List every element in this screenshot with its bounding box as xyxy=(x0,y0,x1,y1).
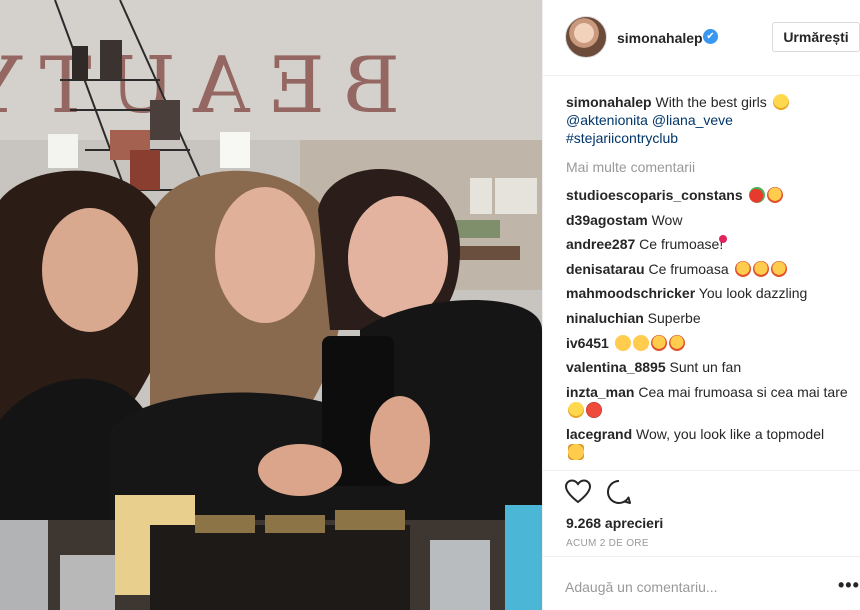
heart-eyes-emoji-icon xyxy=(752,260,769,277)
post-timestamp[interactable]: ACUM 2 DE ORE xyxy=(566,538,649,549)
comment-username[interactable]: d39agostam xyxy=(566,212,648,228)
comment-text: Wow xyxy=(647,211,683,228)
comment-username[interactable]: lacegrand xyxy=(566,426,632,442)
post-sidebar: simonahalep ✔ Urmărești simonahalep With… xyxy=(542,0,860,610)
heart-eyes-emoji-icon xyxy=(770,260,787,277)
comment-text: Cea mai frumoasa si cea mai tare xyxy=(634,383,848,400)
comment-username[interactable]: studioescoparis_constans xyxy=(566,187,743,203)
comment-username[interactable]: iv6451 xyxy=(566,335,609,351)
comment-username[interactable]: ninaluchian xyxy=(566,310,644,326)
comment-item: mahmoodschricker You look dazzling xyxy=(566,284,856,302)
following-button[interactable]: Urmărești xyxy=(772,22,860,52)
heart-eyes-emoji-icon xyxy=(734,260,751,277)
comment-username[interactable]: inzta_man xyxy=(566,384,634,400)
pepper-emoji-icon xyxy=(748,187,765,203)
likes-count[interactable]: 9.268 aprecieri xyxy=(566,515,663,531)
comment-item: ninaluchian Superbe xyxy=(566,309,856,327)
comment-text: Wow, you look like a topmodel xyxy=(632,426,825,443)
verified-badge-icon: ✔ xyxy=(703,29,718,44)
comment-text: Sunt un fan xyxy=(665,359,742,376)
ping-pong-emoji-icon xyxy=(586,401,602,418)
comment-text: Ce frumoasa xyxy=(644,260,733,277)
post-photo[interactable]: BEAUTY LOUNGE xyxy=(0,0,542,610)
photo-illustration: BEAUTY LOUNGE xyxy=(0,0,542,610)
comment-text xyxy=(609,335,613,351)
comment-username[interactable]: denisatarau xyxy=(566,261,645,277)
comment-text: You look dazzling xyxy=(695,285,808,302)
avatar[interactable] xyxy=(565,16,607,58)
comment-username[interactable]: valentina_8895 xyxy=(566,359,666,375)
comment-item: inzta_man Cea mai frumoasa si cea mai ta… xyxy=(566,383,856,419)
comment-item: iv6451 xyxy=(566,334,856,352)
comment-icon[interactable] xyxy=(606,479,632,505)
thumbs-up-emoji-icon xyxy=(568,444,584,461)
comment-item: studioescoparis_constans xyxy=(566,186,856,204)
comment-item: lacegrand Wow, you look like a topmodel xyxy=(566,425,856,461)
post-caption: simonahalep With the best girls @aktenio… xyxy=(566,93,856,147)
comment-item: denisatarau Ce frumoasa xyxy=(566,260,856,278)
add-comment-bar: ••• xyxy=(543,556,860,610)
caption-mentions[interactable]: @aktenionita @liana_veve xyxy=(566,112,733,128)
caption-text: With the best girls xyxy=(651,94,771,110)
hugging-face-emoji-icon xyxy=(568,401,584,418)
comments-list: simonahalep With the best girls @aktenio… xyxy=(566,93,856,468)
hugging-face-emoji-icon xyxy=(772,94,789,110)
comment-username[interactable]: mahmoodschricker xyxy=(566,285,695,301)
comment-item: d39agostam Wow xyxy=(566,211,856,229)
wall-sign-text: BEAUTY LOUNGE xyxy=(0,41,400,131)
caption-username[interactable]: simonahalep xyxy=(566,94,652,110)
heart-emoji-icon xyxy=(719,235,728,244)
post-author-username[interactable]: simonahalep xyxy=(617,30,703,46)
comment-item: andree287 Ce frumoase! xyxy=(566,235,856,253)
clap-emoji-icon xyxy=(614,334,631,351)
comment-text: Ce frumoase! xyxy=(635,236,724,253)
post-actions: 9.268 aprecieri ACUM 2 DE ORE xyxy=(543,470,860,560)
ok-hand-emoji-icon xyxy=(632,334,649,351)
more-options-icon[interactable]: ••• xyxy=(838,575,860,596)
comment-text: Superbe xyxy=(643,309,701,326)
heart-eyes-emoji-icon xyxy=(650,334,667,351)
heart-eyes-emoji-icon xyxy=(766,187,783,203)
add-comment-input[interactable] xyxy=(565,577,805,597)
post-header: simonahalep ✔ Urmărești xyxy=(543,0,860,76)
caption-hashtag[interactable]: #stejariicontryclub xyxy=(566,130,678,146)
more-comments-link[interactable]: Mai multe comentarii xyxy=(566,158,856,176)
comment-text xyxy=(743,187,747,203)
comment-username[interactable]: andree287 xyxy=(566,236,635,252)
comment-item: valentina_8895 Sunt un fan xyxy=(566,358,856,376)
heart-eyes-emoji-icon xyxy=(668,334,685,351)
heart-icon[interactable] xyxy=(565,479,591,505)
